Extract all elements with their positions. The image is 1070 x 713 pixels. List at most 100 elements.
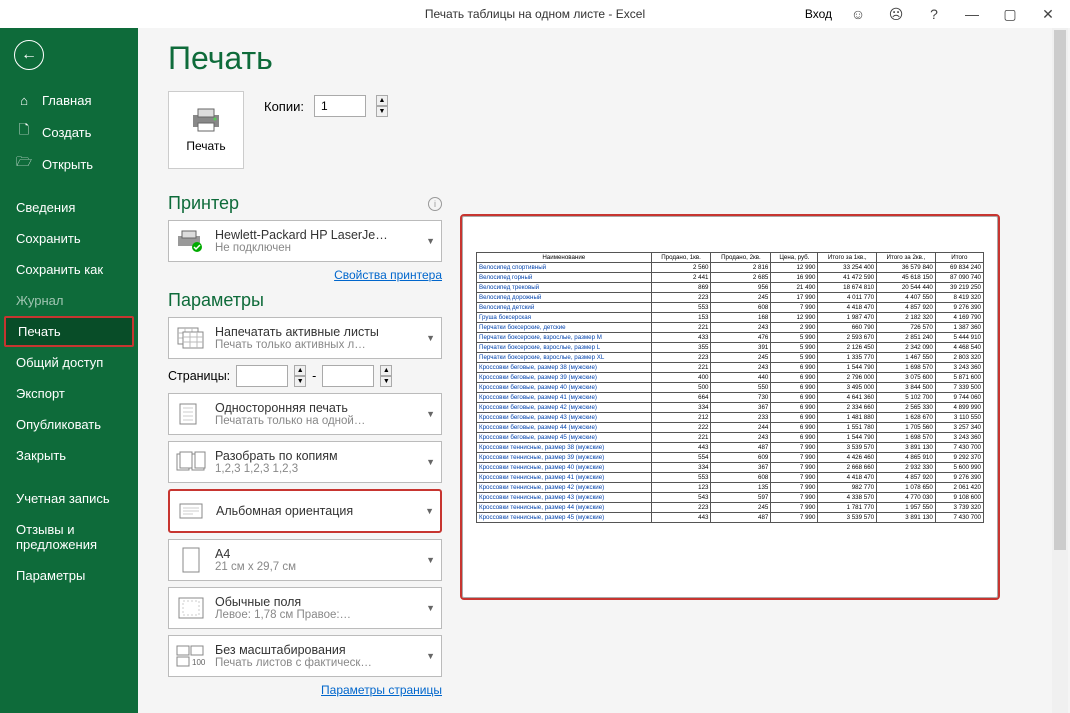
pages-sep: - [312,369,316,383]
printer-name: Hewlett-Packard HP LaserJe… [215,228,414,242]
open-icon: 🗁 [16,156,32,172]
pages-to-input[interactable] [322,365,374,387]
papersize-dropdown[interactable]: A421 см x 29,7 см ▼ [168,539,442,581]
chevron-down-icon: ▼ [426,603,435,613]
sidebar-label: Сохранить как [16,262,103,277]
sidebar-item-print[interactable]: Печать [4,316,134,347]
dd-sub: 1,2,3 1,2,3 1,2,3 [215,463,414,475]
home-icon: ⌂ [16,92,32,108]
spinner-down-icon[interactable]: ▼ [376,106,388,117]
sidebar-item-feedback[interactable]: Отзывы ипредложения [0,514,138,560]
print-block: Печать Копии: ▲▼ [168,91,442,169]
sidebar-item-options[interactable]: Параметры [0,560,138,591]
dd-title: Альбомная ориентация [216,504,413,518]
pages-from-input[interactable] [236,365,288,387]
printer-icon [190,107,222,133]
sheets-icon [175,322,207,354]
copies-label: Копии: [264,99,304,114]
sidebar-item-info[interactable]: Сведения [0,192,138,223]
chevron-down-icon: ▼ [426,457,435,467]
window-title: Печать таблицы на одном листе - Excel [425,7,645,21]
sidebar-item-home[interactable]: ⌂ Главная [0,84,138,116]
login-link[interactable]: Вход [805,7,832,21]
sidebar-label: Параметры [16,568,85,583]
sidebar-label: Сведения [16,200,75,215]
sidebar-item-new[interactable]: 🗋 Создать [0,116,138,148]
page-setup-link[interactable]: Параметры страницы [321,683,442,697]
chevron-down-icon: ▼ [426,409,435,419]
dd-sub: Печатать только на одной… [215,415,414,427]
sidebar-label: Сохранить [16,231,81,246]
sidebar-item-open[interactable]: 🗁 Открыть [0,148,138,180]
content: Печать Печать Копии: ▲▼ Принтерi Hewlett… [138,28,1070,713]
printer-status-icon [175,225,207,257]
pages-from-spinner[interactable]: ▲▼ [294,365,306,387]
chevron-down-icon: ▼ [426,555,435,565]
orientation-dropdown[interactable]: Альбомная ориентация ▼ [168,489,442,533]
collate-dropdown[interactable]: Разобрать по копиям1,2,3 1,2,3 1,2,3 ▼ [168,441,442,483]
vertical-scrollbar[interactable] [1052,28,1068,713]
print-range-dropdown[interactable]: Напечатать активные листыПечать только а… [168,317,442,359]
preview-table: НаименованиеПродано, 1кв.Продано, 2кв.Це… [476,252,984,523]
svg-text:100: 100 [192,658,206,667]
sidebar-label: Опубликовать [16,417,101,432]
scrollbar-thumb[interactable] [1054,30,1066,550]
sidebar-item-publish[interactable]: Опубликовать [0,409,138,440]
sidebar-item-share[interactable]: Общий доступ [0,347,138,378]
margins-dropdown[interactable]: Обычные поляЛевое: 1,78 см Правое:… ▼ [168,587,442,629]
sidebar-item-history[interactable]: Журнал [0,285,138,316]
sidebar-item-account[interactable]: Учетная запись [0,483,138,514]
sidebar-label: Отзывы и [16,522,75,537]
preview-area: НаименованиеПродано, 1кв.Продано, 2кв.Це… [456,28,1070,713]
sidebar-label: Открыть [42,157,93,172]
minimize-icon[interactable]: — [954,0,990,28]
sidebar-item-close[interactable]: Закрыть [0,440,138,471]
close-icon[interactable]: ✕ [1030,0,1066,28]
window-controls: Вход ☺ ☹ ? — ▢ ✕ [805,0,1066,28]
section-params: Параметры [168,290,442,311]
pages-label: Страницы: [168,369,230,383]
pages-to-spinner[interactable]: ▲▼ [380,365,392,387]
dd-title: Напечатать активные листы [215,325,414,339]
face-happy-icon[interactable]: ☺ [840,0,876,28]
dd-sub: Печать только активных л… [215,339,414,351]
sidebar-label: Печать [18,324,61,339]
print-settings-column: Печать Печать Копии: ▲▼ Принтерi Hewlett… [138,28,456,713]
dd-sub: Левое: 1,78 см Правое:… [215,609,414,621]
pages-range-row: Страницы: ▲▼ - ▲▼ [168,365,442,387]
section-printer: Принтер [168,193,239,214]
printer-dropdown[interactable]: Hewlett-Packard HP LaserJe…Не подключен … [168,220,442,262]
sidebar-item-save[interactable]: Сохранить [0,223,138,254]
face-sad-icon[interactable]: ☹ [878,0,914,28]
maximize-icon[interactable]: ▢ [992,0,1028,28]
main-area: ← ⌂ Главная 🗋 Создать 🗁 Открыть Сведения Со… [0,28,1070,713]
spinner-up-icon[interactable]: ▲ [376,95,388,106]
copies-spinner[interactable]: ▲▼ [376,95,388,117]
sidebar-label: Учетная запись [16,491,110,506]
chevron-down-icon: ▼ [426,651,435,661]
sidebar-label: Создать [42,125,91,140]
sidebar-item-export[interactable]: Экспорт [0,378,138,409]
backstage-sidebar: ← ⌂ Главная 🗋 Создать 🗁 Открыть Сведения Со… [0,28,138,713]
back-button[interactable]: ← [14,40,44,70]
new-icon: 🗋 [16,124,32,140]
oneside-icon [175,398,207,430]
sidebar-label: Экспорт [16,386,65,401]
dd-sub: Печать листов с фактическ… [215,657,414,669]
sides-dropdown[interactable]: Односторонняя печатьПечатать только на о… [168,393,442,435]
sidebar-label: Закрыть [16,448,66,463]
scaling-dropdown[interactable]: 100 Без масштабированияПечать листов с ф… [168,635,442,677]
help-icon[interactable]: ? [916,0,952,28]
sidebar-label: предложения [16,537,97,552]
print-button[interactable]: Печать [168,91,244,169]
page-title: Печать [168,40,442,77]
titlebar: Печать таблицы на одном листе - Excel Вх… [0,0,1070,28]
info-icon[interactable]: i [428,197,442,211]
chevron-down-icon: ▼ [426,236,435,246]
sidebar-label: Журнал [16,293,63,308]
copies-input[interactable] [314,95,366,117]
sidebar-item-saveas[interactable]: Сохранить как [0,254,138,285]
landscape-icon [176,495,208,527]
printer-properties-link[interactable]: Свойства принтера [334,268,442,282]
sidebar-label: Главная [42,93,91,108]
